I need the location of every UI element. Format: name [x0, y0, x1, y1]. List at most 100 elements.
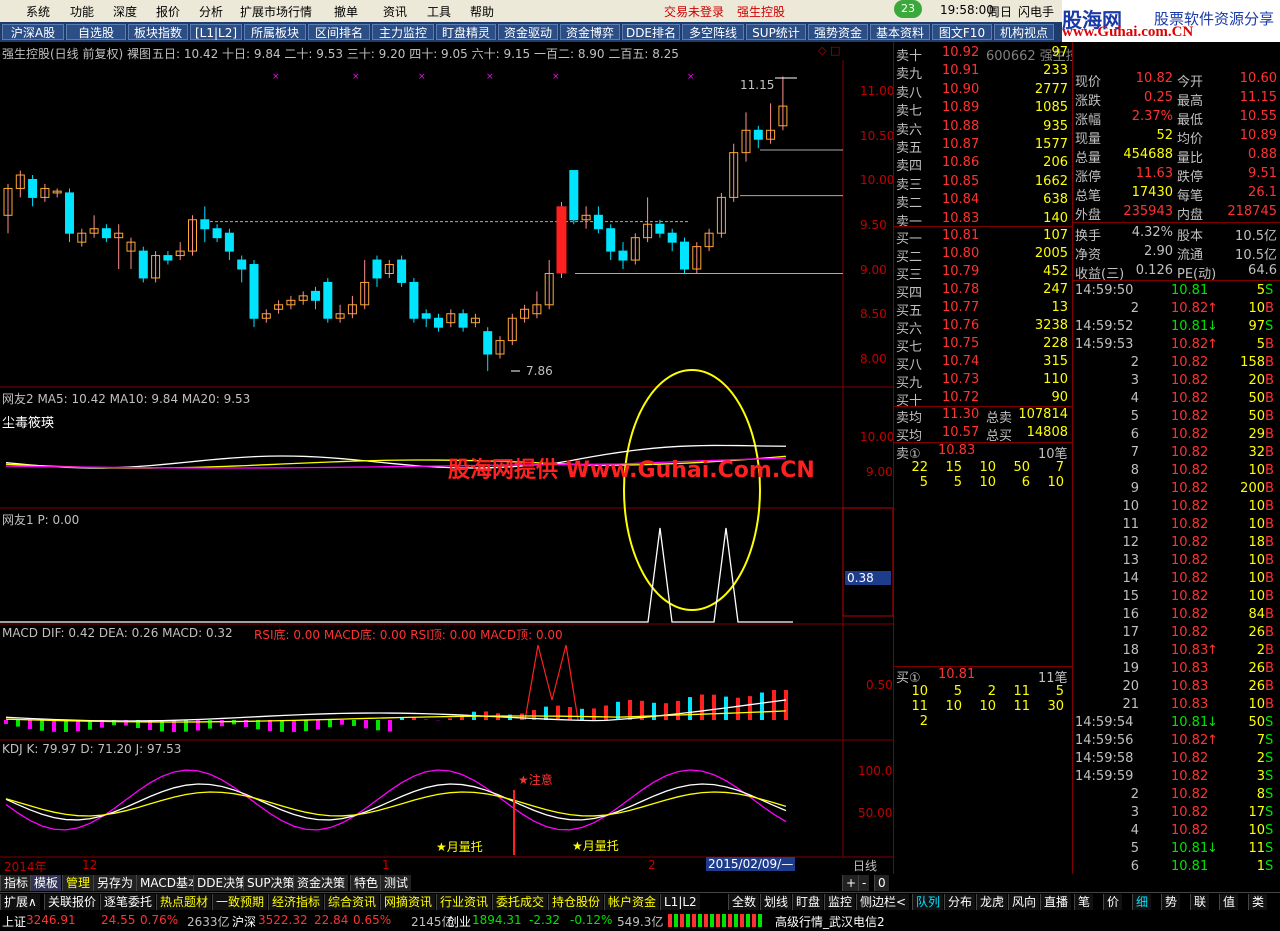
right-panel-tab[interactable]: 价 [1103, 894, 1123, 910]
buy-price[interactable]: 10.78 [942, 282, 979, 300]
buy-price[interactable]: 10.81 [942, 228, 979, 246]
sell-price[interactable]: 10.86 [942, 155, 979, 173]
tab-l1l2[interactable]: [L1|L2] [190, 24, 242, 40]
buy-price[interactable]: 10.77 [942, 300, 979, 318]
tab-watch-genie[interactable]: 盯盘精灵 [436, 24, 496, 40]
buy-price[interactable]: 10.80 [942, 246, 979, 264]
tab-range-rank[interactable]: 区间排名 [308, 24, 370, 40]
sell-price[interactable]: 10.87 [942, 137, 979, 155]
sell-price[interactable]: 10.89 [942, 100, 979, 118]
macd-bar [316, 720, 320, 730]
buy-price[interactable]: 10.74 [942, 354, 979, 372]
menu-analysis[interactable]: 分析 [199, 3, 223, 20]
tab-main-monitor[interactable]: 主力监控 [372, 24, 434, 40]
sell-price[interactable]: 10.92 [942, 45, 979, 63]
buy-price[interactable]: 10.75 [942, 336, 979, 354]
function-tab[interactable]: 监控 [824, 894, 856, 910]
function-tab[interactable]: 帐户资金 [604, 894, 660, 910]
sell-price[interactable]: 10.84 [942, 192, 979, 210]
function-tab[interactable]: 行业资讯 [436, 894, 492, 910]
tab-feature[interactable]: 特色 [350, 875, 382, 891]
reset-button[interactable]: 0 [874, 875, 889, 891]
right-panel-tab[interactable]: 势 [1161, 894, 1181, 910]
tab-fund-drive[interactable]: 资金驱动 [498, 24, 558, 40]
sell-price[interactable]: 10.85 [942, 174, 979, 192]
function-tab[interactable]: 一致预期 [212, 894, 268, 910]
menu-help[interactable]: 帮助 [470, 3, 494, 20]
tab-hs-a[interactable]: 沪深A股 [2, 24, 64, 40]
function-tab[interactable]: 委托成交 [492, 894, 548, 910]
tab-manage[interactable]: 管理 [62, 875, 94, 891]
function-tab[interactable]: 队列 [912, 894, 944, 910]
function-tab[interactable]: 关联报价 [44, 894, 100, 910]
flash-trade-button[interactable]: 闪电手 [1018, 3, 1054, 20]
tab-f10[interactable]: 图文F10 [932, 24, 992, 40]
zoom-out-button[interactable]: - [858, 875, 870, 891]
tab-sectors[interactable]: 所属板块 [244, 24, 306, 40]
tab-dde-rank[interactable]: DDE排名 [622, 24, 680, 40]
sell-price[interactable]: 10.90 [942, 82, 979, 100]
zoom-in-button[interactable]: + [842, 875, 860, 891]
right-panel-tab[interactable]: 类 [1248, 894, 1268, 910]
function-tab[interactable]: 风向 [1008, 894, 1040, 910]
buy-price[interactable]: 10.73 [942, 372, 979, 390]
function-tab[interactable]: 热点题材 [156, 894, 212, 910]
tab-strong-funds[interactable]: 强势资金 [808, 24, 868, 40]
tab-institution[interactable]: 机构视点 [994, 24, 1054, 40]
right-panel-tab[interactable]: 笔 [1074, 894, 1094, 910]
tab-sup-decision[interactable]: SUP决策 [243, 875, 298, 891]
function-tab[interactable]: 盯盘 [792, 894, 824, 910]
buy-price[interactable]: 10.76 [942, 318, 979, 336]
tab-dde-decision[interactable]: DDE决策 [193, 875, 251, 891]
right-panel-tab[interactable]: 联 [1190, 894, 1210, 910]
tab-sector-index[interactable]: 板块指数 [128, 24, 188, 40]
menu-depth[interactable]: 深度 [113, 3, 137, 20]
menu-quote[interactable]: 报价 [156, 3, 180, 20]
function-tab[interactable]: 扩展∧ [0, 894, 40, 910]
buy-price[interactable]: 10.79 [942, 264, 979, 282]
sell-price[interactable]: 10.88 [942, 119, 979, 137]
right-panel-tab[interactable]: 值 [1219, 894, 1239, 910]
tab-sup-stats[interactable]: SUP统计 [746, 24, 806, 40]
function-tab[interactable]: 龙虎 [976, 894, 1008, 910]
chart-toggle-icon[interactable]: ◇ □ [818, 44, 840, 57]
tick-price: 10.82 [1171, 751, 1209, 766]
function-tab[interactable]: 直播 [1040, 894, 1072, 910]
function-tab[interactable]: 逐笔委托 [100, 894, 156, 910]
tab-template[interactable]: 模板 [30, 875, 62, 891]
menu-system[interactable]: 系统 [26, 3, 50, 20]
tab-fund-game[interactable]: 资金博弈 [560, 24, 620, 40]
right-panel-tab[interactable]: 细 [1132, 894, 1152, 910]
macd-bar [784, 690, 788, 720]
notification-badge[interactable]: 23 [894, 0, 922, 18]
menu-news[interactable]: 资讯 [383, 3, 407, 20]
function-tab[interactable]: L1|L2 [660, 894, 700, 910]
tab-indicator[interactable]: 指标 [0, 875, 32, 891]
tab-watchlist[interactable]: 自选股 [66, 24, 126, 40]
tab-long-short[interactable]: 多空阵线 [682, 24, 744, 40]
menu-ext-market[interactable]: 扩展市场行情 [240, 3, 312, 20]
tick-side: B [1265, 481, 1274, 496]
tick-side: B [1265, 517, 1274, 532]
function-tab[interactable]: 经济指标 [268, 894, 324, 910]
server-name[interactable]: 高级行情_武汉电信2 [775, 913, 885, 930]
period-label[interactable]: 日线 [853, 857, 877, 874]
tab-save-as[interactable]: 另存为 [93, 875, 137, 891]
function-tab[interactable]: 分布 [944, 894, 976, 910]
menu-function[interactable]: 功能 [70, 3, 94, 20]
function-tab[interactable]: 持仓股份 [548, 894, 604, 910]
tab-fund-decision[interactable]: 资金决策 [293, 875, 349, 891]
login-status[interactable]: 交易未登录 [664, 3, 724, 20]
function-tab[interactable]: 划线 [760, 894, 792, 910]
menu-cancel-order[interactable]: 撤单 [334, 3, 358, 20]
function-tab[interactable]: 全数 [728, 894, 760, 910]
tab-test[interactable]: 测试 [380, 875, 412, 891]
function-tab[interactable]: 综合资讯 [324, 894, 380, 910]
function-tab[interactable]: 侧边栏< [856, 894, 910, 910]
tick-volume: 5 [1256, 337, 1265, 352]
menu-tools[interactable]: 工具 [427, 3, 451, 20]
tab-basic-info[interactable]: 基本资料 [870, 24, 930, 40]
function-tab[interactable]: 网摘资讯 [380, 894, 436, 910]
candle-body [101, 228, 111, 239]
sell-price[interactable]: 10.91 [942, 63, 979, 81]
